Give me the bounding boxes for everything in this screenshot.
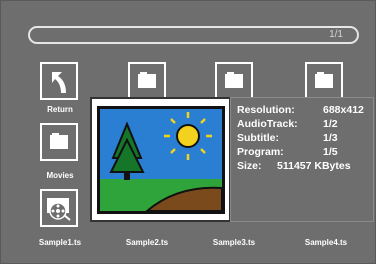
return-tile[interactable] [40, 62, 78, 100]
return-arrow-icon [52, 72, 66, 93]
sample4-tile[interactable] [305, 62, 343, 100]
folder-icon [315, 72, 333, 88]
movies-tile[interactable] [40, 123, 78, 161]
size-value: 511457 KBytes [277, 160, 351, 172]
resolution-row: Resolution: 688x412 [237, 104, 364, 116]
subtitle-value: 1/3 [323, 132, 338, 144]
audiotrack-label: AudioTrack: [237, 118, 298, 130]
sample2-tile[interactable] [128, 62, 166, 100]
folder-icon [50, 133, 68, 149]
sample3-tile[interactable] [215, 62, 253, 100]
program-value: 1/5 [323, 146, 338, 158]
file-label: Sample4.ts [304, 238, 348, 247]
path-bar: 1/1 [28, 26, 359, 44]
audiotrack-row: AudioTrack: 1/2 [237, 118, 338, 130]
program-label: Program: [237, 146, 284, 158]
film-reel-icon [47, 198, 71, 221]
file-label: Sample3.ts [212, 238, 256, 247]
size-label: Size: [237, 160, 262, 172]
preview-thumbnail [90, 97, 231, 222]
subtitle-label: Subtitle: [237, 132, 279, 144]
size-row: Size: 511457 KBytes [237, 160, 351, 172]
file-label: Sample2.ts [125, 238, 169, 247]
subtitle-row: Subtitle: 1/3 [237, 132, 338, 144]
file-info-panel: Resolution: 688x412 AudioTrack: 1/2 Subt… [230, 97, 374, 222]
file-label: Sample1.ts [38, 238, 82, 247]
file-label: Movies [46, 171, 74, 180]
program-row: Program: 1/5 [237, 146, 338, 158]
resolution-label: Resolution: [237, 104, 295, 116]
sample1-tile[interactable] [40, 189, 78, 227]
page-indicator: 1/1 [329, 29, 343, 40]
folder-icon [225, 72, 243, 88]
resolution-value: 688x412 [323, 104, 364, 116]
file-browser-screen: 1/1 Return Movies Sample1.ts Sample2.ts … [0, 0, 376, 264]
folder-icon [138, 72, 156, 88]
audiotrack-value: 1/2 [323, 118, 338, 130]
file-label: Return [47, 105, 73, 114]
landscape-picture-icon [97, 106, 225, 214]
